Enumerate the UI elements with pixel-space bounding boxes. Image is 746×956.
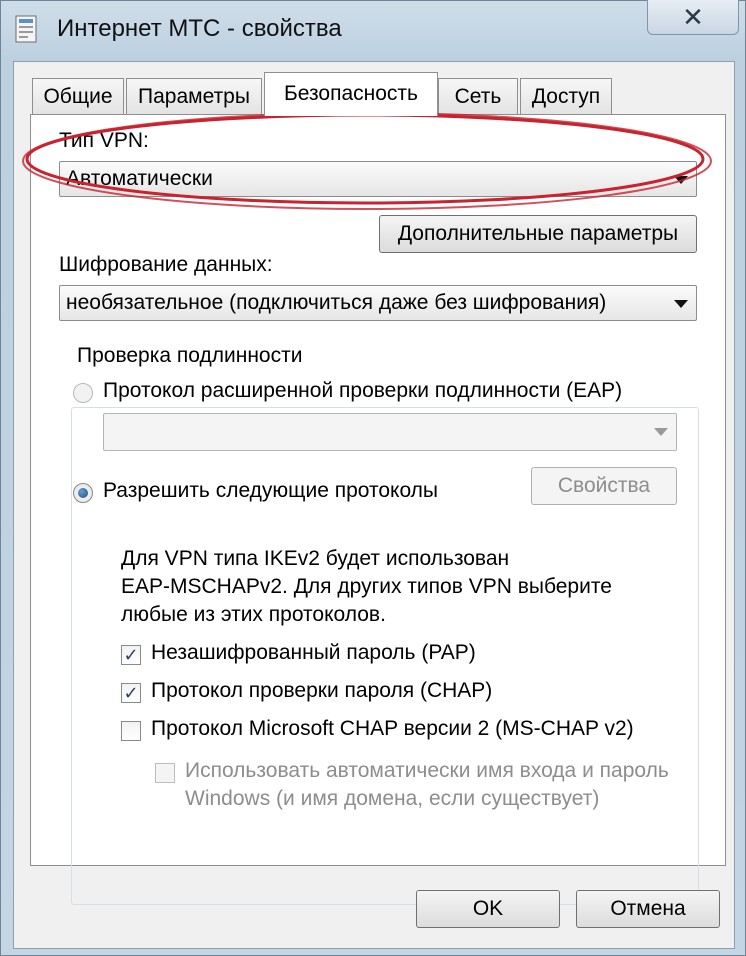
allow-protocols-radio[interactable]	[73, 483, 93, 503]
eap-radio-label: Протокол расширенной проверки подлинност…	[103, 379, 623, 402]
pap-checkbox[interactable]: ✓	[121, 645, 141, 665]
checkmark-icon: ✓	[123, 683, 139, 703]
tab-network[interactable]: Сеть	[438, 78, 518, 114]
properties-window: Интернет МТС - свойства ✕ Общие Параметр…	[0, 0, 746, 956]
chap-label: Протокол проверки пароля (CHAP)	[151, 679, 493, 702]
autologon-checkbox[interactable]	[155, 763, 175, 783]
security-tab-panel: Тип VPN: Автоматически Дополнительные па…	[30, 114, 726, 905]
encryption-label: Шифрование данных:	[59, 253, 273, 276]
vpn-type-select[interactable]: Автоматически	[59, 161, 697, 197]
info-text-line-3: любые из этих протоколов.	[121, 603, 386, 626]
chap-checkbox[interactable]: ✓	[121, 683, 141, 703]
encryption-value: необязательное (подключиться даже без ши…	[66, 291, 607, 314]
radio-selected-dot	[78, 488, 88, 498]
autologon-label-line-2: Windows (и имя домена, если существует)	[185, 787, 600, 810]
tab-sharing[interactable]: Доступ	[520, 78, 612, 114]
ms-chap-v2-checkbox[interactable]	[121, 721, 141, 741]
cancel-button[interactable]: Отмена	[576, 890, 720, 928]
encryption-select[interactable]: необязательное (подключиться даже без ши…	[59, 285, 697, 321]
authentication-group-title: Проверка подлинности	[71, 344, 309, 368]
advanced-settings-button[interactable]: Дополнительные параметры	[379, 215, 697, 253]
info-text-line-2: EAP-MSCHAPv2. Для других типов VPN выбер…	[121, 575, 612, 598]
chevron-down-icon	[674, 176, 688, 184]
dialog-client-area: Общие Параметры Безопасность Сеть Доступ…	[13, 61, 735, 949]
chevron-down-icon	[674, 300, 688, 308]
chevron-down-icon	[654, 428, 668, 436]
network-connection-icon	[15, 15, 37, 43]
tab-parameters[interactable]: Параметры	[126, 78, 262, 114]
eap-method-select[interactable]	[103, 413, 677, 451]
vpn-type-value: Автоматически	[66, 167, 213, 190]
eap-radio[interactable]	[73, 383, 93, 403]
tab-general[interactable]: Общие	[32, 78, 124, 114]
allow-protocols-label: Разрешить следующие протоколы	[103, 479, 439, 502]
window-title: Интернет МТС - свойства	[57, 15, 342, 42]
close-icon: ✕	[682, 2, 704, 32]
ok-button[interactable]: OK	[416, 890, 560, 928]
eap-properties-button[interactable]: Свойства	[531, 467, 677, 505]
title-bar[interactable]: Интернет МТС - свойства ✕	[1, 0, 745, 61]
close-button[interactable]: ✕	[647, 0, 739, 35]
vpn-type-label: Тип VPN:	[59, 129, 149, 152]
checkmark-icon: ✓	[123, 645, 139, 665]
pap-label: Незашифрованный пароль (PAP)	[151, 641, 476, 664]
autologon-label-line-1: Использовать автоматически имя входа и п…	[185, 759, 669, 782]
ms-chap-v2-label: Протокол Microsoft CHAP версии 2 (MS-CHA…	[151, 717, 634, 740]
info-text-line-1: Для VPN типа IKEv2 будет использован	[121, 547, 510, 570]
tab-security[interactable]: Безопасность	[264, 72, 438, 116]
